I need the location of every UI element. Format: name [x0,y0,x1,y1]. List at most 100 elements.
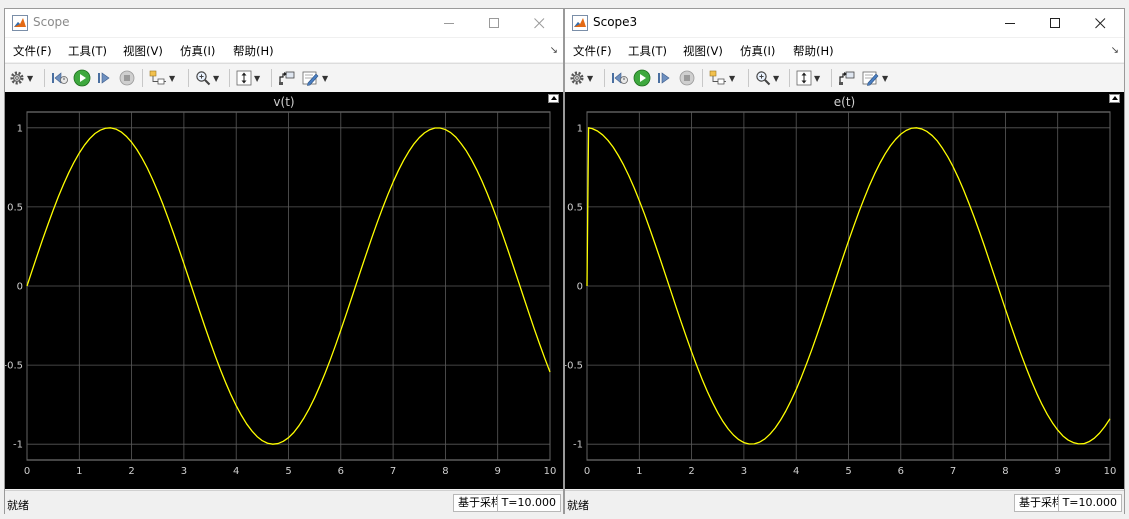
stop-button[interactable] [679,68,695,88]
dropdown-arrow-icon: ▼ [587,73,594,83]
menu-simulation[interactable]: 仿真(I) [740,43,775,59]
dropdown-arrow-icon: ▼ [254,73,261,83]
gear-icon [570,71,584,85]
maximize-icon [1049,17,1060,28]
toolbar-divider [271,69,272,87]
highlight-block-button[interactable] [838,68,856,88]
maximize-button[interactable] [472,9,516,37]
x-tick-label: 0 [24,466,30,477]
x-tick-label: 1 [636,466,642,477]
step-back-icon [52,72,68,84]
simulation-time: T=10.000 [496,494,561,512]
window-title: Scope [33,15,70,29]
toolbar-divider [702,69,703,87]
close-button[interactable] [1078,9,1122,37]
dropdown-arrow-icon: ▼ [169,73,176,83]
dropdown-arrow-icon: ▼ [773,73,780,83]
y-tick-label: 0.5 [567,202,583,213]
close-button[interactable] [517,9,561,37]
toolbar-divider [831,69,832,87]
settings-button[interactable]: ▼ [569,68,593,88]
x-tick-label: 8 [442,466,448,477]
signal-select-icon [709,70,726,85]
minimize-icon [443,22,454,24]
step-forward-button[interactable] [656,68,672,88]
dropdown-arrow-icon: ▼ [322,73,329,83]
close-icon [1094,17,1105,28]
scope3-window[interactable]: Scope3 文件(F) 工具(T) 视图(V) 仿真(I) 帮助(H) ↘ ▼ [564,8,1125,515]
edit-button[interactable]: ▼ [302,68,328,88]
step-back-button[interactable] [611,68,629,88]
x-tick-label: 10 [544,466,557,477]
edit-button[interactable]: ▼ [862,68,888,88]
step-forward-icon [98,72,110,84]
x-tick-label: 0 [584,466,590,477]
x-tick-label: 4 [793,466,799,477]
toolbar-divider [789,69,790,87]
toolbar-divider [748,69,749,87]
menu-overflow-icon[interactable]: ↘ [550,45,558,56]
title-bar[interactable]: Scope [5,9,563,37]
minimize-icon [1004,22,1015,24]
signal-select-button[interactable]: ▼ [149,68,175,88]
x-tick-label: 7 [390,466,396,477]
zoom-button[interactable]: ▼ [195,68,219,88]
menu-simulation[interactable]: 仿真(I) [180,43,215,59]
step-back-button[interactable] [51,68,69,88]
stop-icon [119,70,135,86]
y-tick-label: -0.5 [5,361,23,372]
title-bar[interactable]: Scope3 [565,9,1124,37]
zoom-button[interactable]: ▼ [755,68,779,88]
highlight-block-icon [839,71,855,85]
menu-view[interactable]: 视图(V) [683,43,723,59]
dropdown-arrow-icon: ▼ [213,73,220,83]
menu-tools[interactable]: 工具(T) [628,43,667,59]
plot-area[interactable]: v(t) 0 1 2 3 4 5 6 7 8 9 10 -1 -0.5 0 0.5 1 [5,92,563,489]
y-tick-label: 0.5 [7,202,23,213]
run-button[interactable] [633,68,651,88]
maximize-button[interactable] [1033,9,1077,37]
menu-file[interactable]: 文件(F) [13,43,52,59]
stop-button[interactable] [119,68,135,88]
scope-window[interactable]: Scope 文件(F) 工具(T) 视图(V) 仿真(I) 帮助(H) ↘ ▼ [4,8,564,515]
dropdown-arrow-icon: ▼ [729,73,736,83]
menu-overflow-icon[interactable]: ↘ [1111,45,1119,56]
menu-help[interactable]: 帮助(H) [793,43,834,59]
run-button[interactable] [73,68,91,88]
toolbar: ▼ ▼ ▼ ▼ ▼ [5,63,563,93]
y-tick-label: -1 [573,440,583,451]
minimize-button[interactable] [988,9,1032,37]
scope-plot: 0 1 2 3 4 5 6 7 8 9 10 -1 -0.5 0 0.5 1 [5,111,557,477]
menu-tools[interactable]: 工具(T) [68,43,107,59]
run-icon [73,69,91,87]
menu-help[interactable]: 帮助(H) [233,43,274,59]
signal-select-button[interactable]: ▼ [709,68,735,88]
step-forward-button[interactable] [96,68,112,88]
settings-button[interactable]: ▼ [9,68,33,88]
x-tick-label: 7 [950,466,956,477]
stop-icon [679,70,695,86]
minimize-button[interactable] [427,9,471,37]
simulation-time: T=10.000 [1057,494,1122,512]
menu-bar: 文件(F) 工具(T) 视图(V) 仿真(I) 帮助(H) ↘ [565,38,1124,62]
x-tick-label: 9 [495,466,501,477]
x-tick-label: 1 [76,466,82,477]
zoom-icon [196,71,211,86]
plot-area[interactable]: e(t) 0 1 2 3 4 5 6 7 8 9 10 -1 -0.5 0 0.5 1 [565,92,1124,489]
gear-icon [10,71,24,85]
highlight-block-icon [279,71,295,85]
menu-view[interactable]: 视图(V) [123,43,163,59]
autoscale-button[interactable]: ▼ [796,68,820,88]
menu-file[interactable]: 文件(F) [573,43,612,59]
window-title: Scope3 [593,15,638,29]
toolbar-divider [44,69,45,87]
autoscale-button[interactable]: ▼ [236,68,260,88]
scope3-plot: 0 1 2 3 4 5 6 7 8 9 10 -1 -0.5 0 0.5 1 [565,111,1116,477]
autoscale-icon [236,70,252,86]
maximize-icon [488,17,499,28]
highlight-block-button[interactable] [278,68,296,88]
toolbar-divider [229,69,230,87]
x-tick-label: 3 [741,466,747,477]
toolbar-divider [604,69,605,87]
x-tick-label: 6 [898,466,904,477]
